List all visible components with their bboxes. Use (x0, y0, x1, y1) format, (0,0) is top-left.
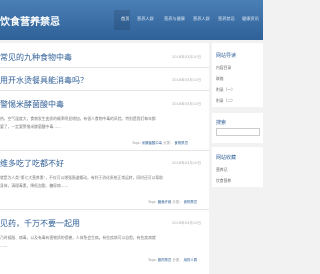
post-excerpt: 就是为人类"第七大营养素"，不仅可以增强肠道蠕动，有利于消化系统正常运转，同时还… (0, 175, 163, 180)
category-link[interactable]: 食物禁忌 (184, 200, 198, 204)
post-date: 2018年03月10日 (172, 221, 202, 225)
top-bar: 饮食营养禁忌 首页 营养人群 营养与健康 营养人群 营养禁忌 健康资讯 (0, 0, 263, 40)
divider (0, 209, 209, 210)
nav-item-nutrition-health[interactable]: 营养与健康 (164, 16, 185, 22)
post-excerpt: …… (0, 243, 8, 248)
nav-item-home[interactable]: 首页 (121, 16, 129, 22)
widget-title: 网站导读 (216, 53, 237, 59)
widget-title: 网站收藏 (216, 155, 237, 161)
widget-site-nav: 网站导读 内容目录 联络 附录（一） 附录（二） (212, 43, 263, 107)
post-date: 2018年03月10日 (172, 161, 202, 165)
tag-link[interactable]: 膳食纤维 (158, 200, 172, 204)
post-title[interactable]: 维多吃了吃都不好 (0, 158, 64, 169)
sidebar-link-contact[interactable]: 联络 (216, 76, 224, 82)
tags-label: Tags: (132, 141, 141, 145)
tags-label: Tags: (148, 200, 157, 204)
post-excerpt: 热，空气湿度大，食物发生变质的概率明显增加，有很人食物中毒的风险。特别是我们每年… (0, 116, 156, 121)
post-list: 常见的九种食物中毒 2018年03月10日 用开水烫餐具能消毒吗？ 2018年0… (0, 43, 209, 274)
post-excerpt: 乃时候服、病毒，以及有毒有害物质的侵袭，人体免会生病。有些疾病可以自愈，有些疾病… (0, 235, 156, 240)
site-title[interactable]: 饮食营养禁忌 (0, 13, 60, 28)
post-title[interactable]: 常见的九种食物中毒 (0, 52, 72, 63)
sidebar-link-appendix-1[interactable]: 附录（一） (216, 87, 235, 93)
divider (0, 150, 209, 151)
divider (0, 67, 209, 68)
post-excerpt: 要了，一定要警惕米酵菌酸中毒…… (0, 124, 61, 129)
sidebar-link-contents[interactable]: 内容目录 (216, 65, 231, 71)
nav-item-nutrition-groups[interactable]: 营养人群 (137, 16, 154, 22)
sidebar: 网站导读 内容目录 联络 附录（一） 附录（二） 搜索 网站收藏 营养记 饮食营… (212, 43, 263, 274)
widget-title: 搜索 (216, 120, 227, 126)
search-input[interactable] (216, 128, 260, 136)
post-meta: Tags: 服药禁忌 分类： 用药人群 (148, 257, 197, 262)
widget-search: 搜索 (212, 113, 263, 143)
category-link[interactable]: 用药人群 (184, 258, 198, 262)
post-date: 2018年03月10日 (172, 55, 202, 59)
sidebar-link-collect-2[interactable]: 饮食营养 (216, 178, 231, 184)
post-meta: Tags: 膳食纤维 分类： 食物禁忌 (148, 199, 197, 204)
divider (0, 90, 209, 91)
category-label: 分类： (163, 141, 174, 145)
nav-item-nutrition-taboos[interactable]: 营养禁忌 (218, 16, 235, 22)
category-label: 分类： (172, 258, 183, 262)
post-title[interactable]: 用开水烫餐具能消毒吗？ (0, 75, 88, 86)
category-link[interactable]: 食物禁忌 (174, 141, 188, 145)
tag-link[interactable]: 米酵菌酸中毒 (142, 141, 162, 145)
tags-label: Tags: (148, 258, 157, 262)
sidebar-link-collect-1[interactable]: 营养记 (216, 167, 227, 173)
post-meta: Tags: 米酵菌酸中毒 分类： 食物禁忌 (132, 140, 188, 145)
nav-item-nutrition-groups-2[interactable]: 营养人群 (193, 16, 210, 22)
post-title[interactable]: 警惕米酵菌酸中毒 (0, 99, 64, 110)
post-date: 2018年03月10日 (172, 78, 202, 82)
widget-collection: 网站收藏 营养记 饮食营养 (212, 147, 263, 187)
sidebar-link-appendix-2[interactable]: 附录（二） (216, 98, 235, 104)
tag-link[interactable]: 服药禁忌 (158, 258, 172, 262)
post-title[interactable]: 见药，千万不要一起用 (0, 218, 80, 229)
post-excerpt: 身体，清理毒素，降低血脂、糖尿病…… (0, 183, 69, 188)
post-date: 2018年03月10日 (172, 102, 202, 106)
nav-item-health-news[interactable]: 健康资讯 (242, 16, 259, 22)
category-label: 分类： (172, 200, 183, 204)
